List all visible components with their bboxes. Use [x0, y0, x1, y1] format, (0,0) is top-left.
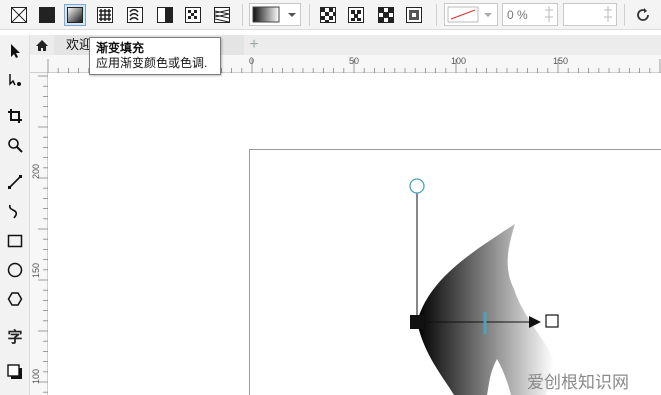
artwork-layer [409, 178, 559, 395]
pick-tool[interactable] [4, 40, 26, 62]
toolbar-separator [624, 4, 625, 26]
texture-fill-button[interactable] [182, 4, 204, 26]
uniform-fill-button[interactable] [36, 4, 58, 26]
ruler-label: 50 [349, 56, 360, 66]
tooltip-description: 应用渐变颜色或色调. [96, 56, 208, 70]
node-color-picker[interactable] [444, 3, 498, 26]
zoom-tool[interactable] [4, 134, 26, 156]
vertical-ruler[interactable]: 200 150 100 [30, 73, 48, 395]
texture-fill-icon [185, 7, 201, 23]
refresh-button[interactable] [632, 4, 654, 26]
checker-icon [320, 7, 336, 23]
text-tool-glyph: 字 [7, 328, 23, 346]
refresh-icon [637, 8, 649, 21]
gradient-end-node[interactable] [545, 314, 559, 328]
vector-pattern-button[interactable] [94, 4, 116, 26]
curve-tool-icon [8, 204, 18, 219]
rectangle-icon [7, 234, 23, 248]
text-tool[interactable]: 字 [4, 325, 26, 347]
bitmap-pattern-button[interactable] [124, 4, 146, 26]
line-tool-icon [8, 175, 22, 189]
uniform-fill-icon [39, 7, 55, 23]
ellipse-tool[interactable] [4, 259, 26, 281]
gradient-fill-button[interactable] [64, 4, 86, 26]
toolbar-separator [436, 4, 437, 26]
gradient-start-node[interactable] [410, 315, 424, 329]
plus-icon: + [249, 36, 259, 53]
property-bar: 0 % [0, 0, 661, 30]
freehand-tool[interactable] [4, 171, 26, 193]
gradient-fill-icon [67, 7, 83, 23]
shape-edit-icon [9, 74, 21, 86]
arrow-right-icon [529, 316, 541, 328]
shape-tool[interactable] [4, 69, 26, 91]
tooltip-title: 渐变填充 [96, 41, 145, 55]
no-fill-button[interactable] [8, 4, 30, 26]
crop-icon [8, 109, 22, 123]
drop-shadow-icon [7, 364, 22, 379]
ellipse-icon [7, 262, 23, 278]
ruler-label: 200 [31, 163, 41, 179]
checker-icon [378, 7, 394, 23]
checker-icon [406, 7, 422, 23]
crop-tool[interactable] [4, 105, 26, 127]
gradient-angle-handle[interactable] [409, 178, 425, 194]
two-color-pattern-icon [157, 7, 173, 23]
transparency-input[interactable]: 0 % [502, 3, 558, 26]
vector-pattern-icon [97, 7, 113, 23]
home-tab[interactable] [30, 35, 54, 55]
stepper-icon [545, 6, 553, 22]
checker-icon [348, 7, 364, 23]
gradient-picker[interactable] [249, 3, 301, 26]
drawing-canvas[interactable] [49, 74, 661, 395]
two-color-pattern-button[interactable] [154, 4, 176, 26]
add-tab-button[interactable]: + [244, 35, 264, 55]
elliptical-gradient-button[interactable] [345, 4, 367, 26]
position-input[interactable] [563, 3, 617, 26]
ruler-label: 100 [451, 56, 467, 66]
no-fill-icon [11, 7, 27, 23]
polygon-tool[interactable] [4, 288, 26, 310]
linear-gradient-button[interactable] [317, 4, 339, 26]
vertical-ruler-ticks [38, 75, 48, 393]
gradient-fill-tooltip: 渐变填充 应用渐变颜色或色调. [89, 37, 221, 75]
toolbar-separator [309, 4, 310, 26]
shadow-tool[interactable] [4, 361, 26, 383]
watermark: 爱创根知识网 [527, 373, 629, 392]
bitmap-pattern-icon [127, 7, 143, 23]
postscript-fill-button[interactable] [211, 4, 233, 26]
ruler-label: 0 [249, 56, 255, 66]
ruler-label: 100 [31, 368, 41, 384]
ruler-label: 150 [31, 262, 41, 278]
rectangular-gradient-button[interactable] [403, 4, 425, 26]
home-icon [36, 39, 48, 51]
color-swatch-icon [447, 6, 492, 23]
ruler-label: 150 [553, 56, 569, 66]
hexagon-icon [7, 292, 23, 306]
arrow-pointer-icon [11, 44, 20, 58]
postscript-fill-icon [214, 7, 230, 23]
magnifier-icon [8, 138, 23, 153]
chevron-down-icon [288, 13, 296, 17]
rectangle-tool[interactable] [4, 230, 26, 252]
gradient-swatch-icon [252, 6, 296, 23]
artistic-media-tool[interactable] [4, 200, 26, 222]
chevron-down-icon [484, 13, 492, 17]
transparency-value: 0 % [507, 8, 528, 22]
toolbar-separator [242, 4, 243, 26]
toolbox: 字 [0, 35, 30, 395]
stepper-icon [604, 6, 612, 22]
conical-gradient-button[interactable] [375, 4, 397, 26]
